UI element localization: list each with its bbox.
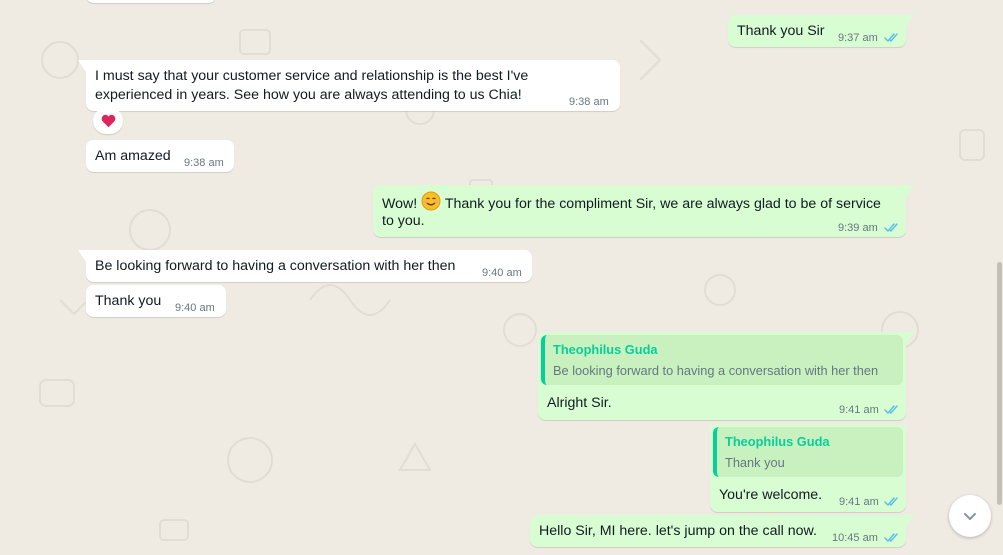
quoted-message[interactable]: Theophilus Guda Thank you (713, 427, 903, 477)
message-timestamp: 9:38 am (569, 96, 609, 108)
message-bubble-outgoing-reply[interactable]: Theophilus Guda Thank you You're welcome… (710, 424, 906, 512)
smiling-face-icon (421, 191, 441, 211)
heart-icon (101, 114, 115, 128)
quoted-text: Thank you (725, 455, 785, 470)
bubble-tail (78, 250, 86, 262)
message-bubble-incoming[interactable]: Thank you 9:40 am (86, 285, 226, 317)
scrollbar-thumb[interactable] (997, 262, 1002, 505)
message-text: Alright Sir. (547, 395, 612, 411)
bubble-tail (906, 515, 914, 527)
message-timestamp: 9:40 am (482, 267, 522, 279)
quoted-author: Theophilus Guda (553, 342, 658, 357)
quoted-text: Be looking forward to having a conversat… (553, 363, 879, 378)
message-timestamp: 9:37 am (838, 32, 878, 44)
double-check-read-icon (884, 33, 898, 43)
double-check-read-icon (884, 405, 898, 415)
message-timestamp: 9:41 am (839, 496, 879, 508)
message-text: Thank you Sir (737, 23, 825, 39)
quoted-author: Theophilus Guda (725, 434, 830, 449)
message-timestamp: 9:39 am (838, 222, 878, 234)
reaction-badge[interactable] (93, 108, 123, 134)
bubble-tail (906, 185, 914, 197)
message-bubble-outgoing[interactable]: Wow! Thank you for the compliment Sir, w… (373, 185, 914, 237)
quoted-message[interactable]: Theophilus Guda Be looking forward to ha… (541, 335, 903, 385)
message-text-line: I must say that your customer service an… (95, 68, 529, 84)
message-bubble-incoming[interactable]: I must say that your customer service an… (78, 60, 620, 111)
message-text-line: Wow! Thank you for the compliment Sir, w… (382, 191, 881, 214)
message-timestamp: 9:40 am (175, 302, 215, 314)
chat-panel[interactable]: Thank you Sir 9:37 am I must say that yo… (0, 0, 1003, 555)
message-text: Am amazed (95, 148, 171, 164)
bubble-tail (906, 15, 914, 27)
message-text: You're welcome. (719, 487, 823, 503)
message-bubble-incoming[interactable]: Am amazed 9:38 am (86, 140, 234, 172)
message-text: Hello Sir, MI here. let's jump on the ca… (539, 523, 817, 539)
message-timestamp: 9:38 am (184, 157, 224, 169)
message-timestamp: 10:45 am (832, 532, 878, 544)
double-check-read-icon (884, 223, 898, 233)
message-text-line: to you. (382, 213, 425, 229)
message-text-line: experienced in years. See how you are al… (95, 87, 522, 103)
message-bubble-outgoing-reply[interactable]: Theophilus Guda Be looking forward to ha… (538, 332, 914, 420)
message-text: Be looking forward to having a conversat… (95, 258, 456, 274)
message-text-part: Wow! (382, 196, 418, 212)
double-check-read-icon (884, 497, 898, 507)
message-bubble-outgoing[interactable]: Hello Sir, MI here. let's jump on the ca… (530, 515, 914, 547)
bubble-tail (78, 60, 86, 72)
message-timestamp: 9:41 am (839, 404, 879, 416)
scroll-to-bottom-button[interactable] (949, 495, 991, 537)
message-bubble-incoming-partial (86, 0, 216, 3)
bubble-tail (906, 332, 914, 344)
message-bubble-outgoing[interactable]: Thank you Sir 9:37 am (728, 15, 914, 47)
chevron-down-icon (964, 513, 976, 520)
message-bubble-incoming[interactable]: Be looking forward to having a conversat… (78, 250, 532, 282)
message-text-part: Thank you for the compliment Sir, we are… (444, 196, 881, 212)
message-text: Thank you (95, 293, 162, 309)
double-check-read-icon (884, 533, 898, 543)
